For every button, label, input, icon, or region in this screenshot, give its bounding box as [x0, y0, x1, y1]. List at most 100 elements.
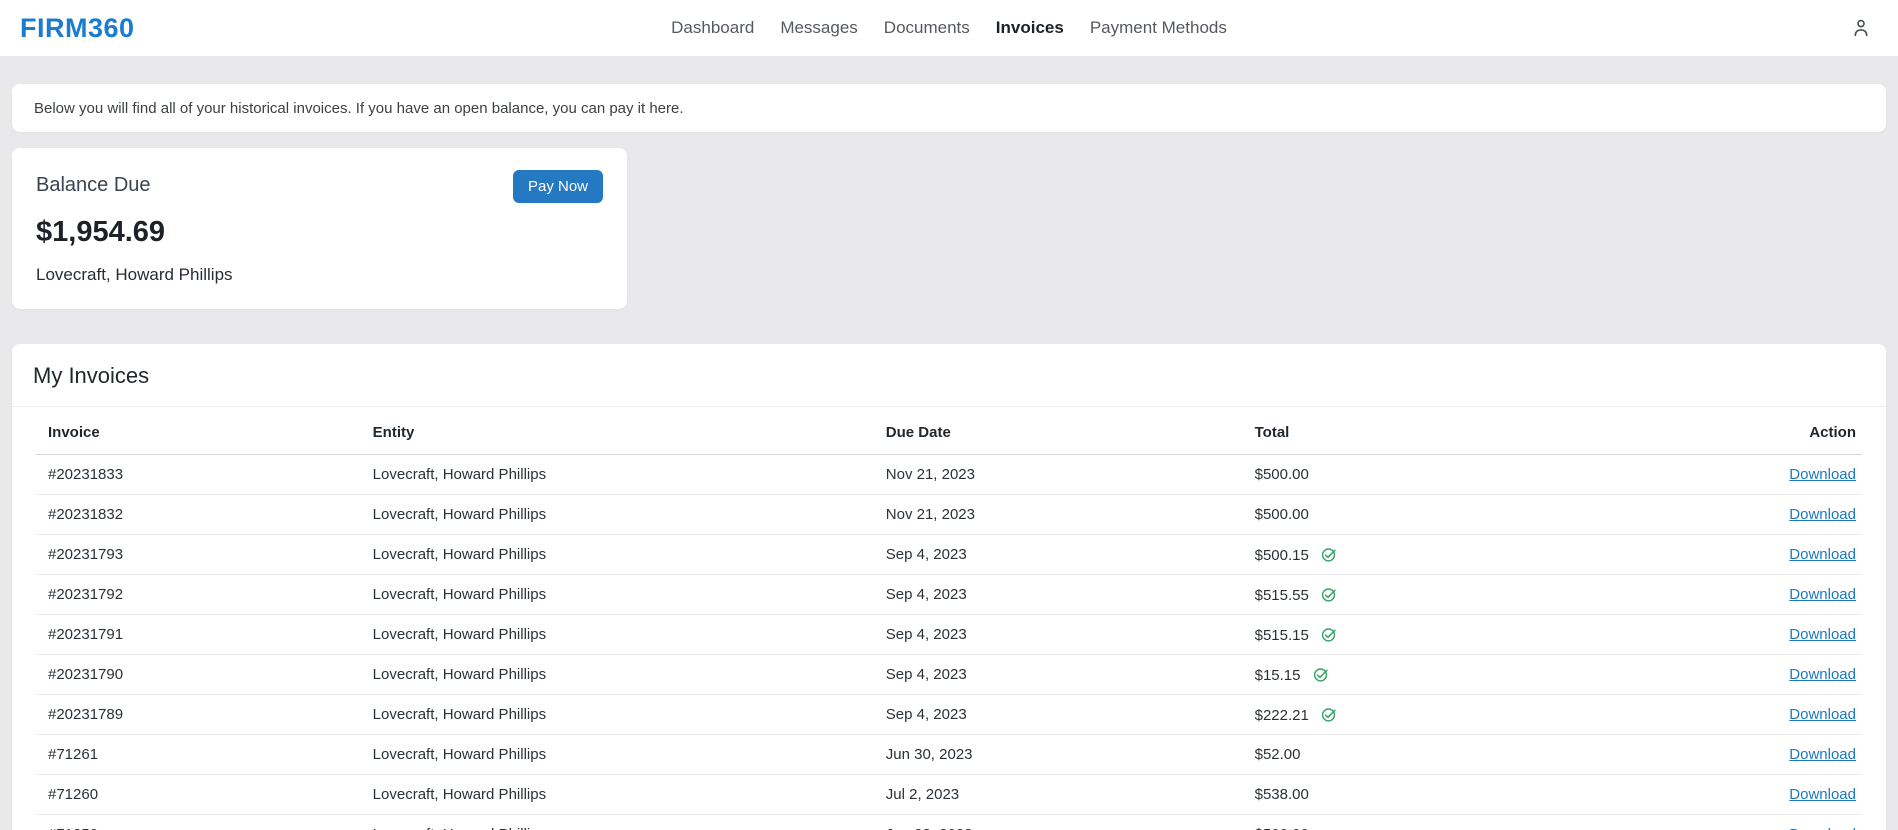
action-cell: Download — [1661, 454, 1862, 495]
due-date-cell: Sep 4, 2023 — [877, 534, 1247, 575]
due-date-cell: Sep 4, 2023 — [877, 694, 1247, 735]
paid-check-icon — [1321, 587, 1336, 602]
download-link[interactable]: Download — [1789, 586, 1856, 603]
invoices-card: My Invoices Invoice Entity Due Date Total Ac… — [12, 344, 1886, 830]
download-link[interactable]: Download — [1789, 506, 1856, 523]
paid-check-icon — [1313, 667, 1328, 682]
download-link[interactable]: Download — [1789, 546, 1856, 563]
balance-title: Balance Due — [36, 174, 151, 196]
due-date-cell: Jul 2, 2023 — [877, 774, 1247, 815]
entity-cell: Lovecraft, Howard Phillips — [364, 454, 878, 495]
action-cell: Download — [1661, 614, 1862, 655]
due-date-cell: Jun 30, 2023 — [877, 734, 1247, 775]
invoice-number-cell: #71260 — [36, 774, 365, 815]
invoice-row: #20231792 Lovecraft, Howard Phillips Sep 4… — [36, 574, 1862, 615]
invoices-table-header-row: Invoice Entity Due Date Total Action — [36, 407, 1862, 455]
invoice-row: #20231791 Lovecraft, Howard Phillips Sep 4… — [36, 614, 1862, 655]
invoice-number-cell: #20231790 — [36, 654, 365, 695]
total-cell: $500.00 — [1246, 454, 1662, 495]
invoices-table-wrapper: Invoice Entity Due Date Total Action #202318… — [12, 407, 1886, 830]
total-cell: $538.00 — [1246, 774, 1662, 815]
entity-cell: Lovecraft, Howard Phillips — [364, 774, 878, 815]
due-date-cell: Sep 4, 2023 — [877, 614, 1247, 655]
total-cell: $500.15 — [1246, 534, 1662, 575]
invoice-row: #71261 Lovecraft, Howard Phillips Jun 30, … — [36, 734, 1862, 775]
invoices-table: Invoice Entity Due Date Total Action #202318… — [36, 407, 1862, 830]
invoice-row: #20231832 Lovecraft, Howard Phillips Nov 2… — [36, 494, 1862, 535]
download-link[interactable]: Download — [1789, 466, 1856, 483]
download-link[interactable]: Download — [1789, 746, 1856, 763]
due-date-cell: Nov 21, 2023 — [877, 454, 1247, 495]
main-nav: Dashboard Messages Documents Invoices Paymen… — [661, 0, 1237, 56]
invoice-number-cell: #20231833 — [36, 454, 365, 495]
invoices-title: My Invoices — [12, 344, 1886, 407]
entity-cell: Lovecraft, Howard Phillips — [364, 534, 878, 575]
download-link[interactable]: Download — [1789, 826, 1856, 830]
due-date-cell: Nov 21, 2023 — [877, 494, 1247, 535]
entity-cell: Lovecraft, Howard Phillips — [364, 614, 878, 655]
download-link[interactable]: Download — [1789, 706, 1856, 723]
pay-now-button[interactable]: Pay Now — [512, 170, 603, 203]
entity-cell: Lovecraft, Howard Phillips — [364, 814, 878, 830]
invoice-row: #20231790 Lovecraft, Howard Phillips Sep 4… — [36, 654, 1862, 695]
invoice-number-cell: #71261 — [36, 734, 365, 775]
entity-cell: Lovecraft, Howard Phillips — [364, 494, 878, 535]
total-cell: $52.00 — [1246, 734, 1662, 775]
brand-logo[interactable]: FIRM360 — [20, 13, 135, 44]
invoice-number-cell: #20231832 — [36, 494, 365, 535]
due-date-cell: Jun 28, 2023 — [877, 814, 1247, 830]
user-account-button[interactable] — [1844, 11, 1878, 45]
top-navbar: FIRM360 Dashboard Messages Documents Invoic… — [0, 0, 1898, 56]
info-banner-text: Below you will find all of your historic… — [34, 99, 684, 117]
nav-item-documents[interactable]: Documents — [874, 12, 980, 44]
download-link[interactable]: Download — [1789, 626, 1856, 643]
info-banner: Below you will find all of your historic… — [12, 84, 1886, 132]
due-date-cell: Sep 4, 2023 — [877, 574, 1247, 615]
entity-cell: Lovecraft, Howard Phillips — [364, 694, 878, 735]
action-cell: Download — [1661, 694, 1862, 735]
page-content: Below you will find all of your historic… — [0, 56, 1898, 830]
paid-check-icon — [1321, 707, 1336, 722]
entity-cell: Lovecraft, Howard Phillips — [364, 654, 878, 695]
invoice-number-cell: #20231793 — [36, 534, 365, 575]
action-cell: Download — [1661, 774, 1862, 815]
nav-item-dashboard[interactable]: Dashboard — [661, 12, 764, 44]
column-header-invoice: Invoice — [36, 407, 365, 455]
action-cell: Download — [1661, 814, 1862, 830]
balance-entity: Lovecraft, Howard Phillips — [36, 265, 233, 284]
invoice-number-cell: #20231789 — [36, 694, 365, 735]
invoice-row: #71260 Lovecraft, Howard Phillips Jul 2, 2… — [36, 774, 1862, 815]
balance-card: Balance Due Pay Now $1,954.69 Lovecraft,… — [12, 148, 627, 309]
total-cell: $500.00 — [1246, 494, 1662, 535]
column-header-action: Action — [1661, 407, 1862, 455]
column-header-due-date: Due Date — [877, 407, 1247, 455]
paid-check-icon — [1321, 627, 1336, 642]
invoice-number-cell: #20231792 — [36, 574, 365, 615]
action-cell: Download — [1661, 654, 1862, 695]
invoice-row: #20231789 Lovecraft, Howard Phillips Sep 4… — [36, 694, 1862, 735]
due-date-cell: Sep 4, 2023 — [877, 654, 1247, 695]
download-link[interactable]: Download — [1789, 666, 1856, 683]
column-header-total: Total — [1246, 407, 1662, 455]
invoice-number-cell: #71259 — [36, 814, 365, 830]
invoice-row: #20231793 Lovecraft, Howard Phillips Sep 4… — [36, 534, 1862, 575]
total-cell: $515.55 — [1246, 574, 1662, 615]
total-cell: $500.00 — [1246, 814, 1662, 830]
entity-cell: Lovecraft, Howard Phillips — [364, 574, 878, 615]
action-cell: Download — [1661, 574, 1862, 615]
download-link[interactable]: Download — [1789, 786, 1856, 803]
invoice-row: #71259Lovecraft, Howard PhillipsJun 28, … — [36, 814, 1862, 830]
total-cell: $515.15 — [1246, 614, 1662, 655]
balance-amount: $1,954.69 — [36, 216, 166, 248]
nav-item-payment-methods[interactable]: Payment Methods — [1080, 12, 1237, 44]
action-cell: Download — [1661, 534, 1862, 575]
person-icon — [1854, 19, 1868, 37]
nav-item-invoices[interactable]: Invoices — [986, 12, 1074, 44]
invoice-row: #20231833 Lovecraft, Howard Phillips Nov 2… — [36, 454, 1862, 495]
balance-card-header: Balance Due Pay Now — [36, 170, 603, 203]
total-cell: $15.15 — [1246, 654, 1662, 695]
total-cell: $222.21 — [1246, 694, 1662, 735]
nav-item-messages[interactable]: Messages — [770, 12, 867, 44]
column-header-entity: Entity — [364, 407, 878, 455]
action-cell: Download — [1661, 734, 1862, 775]
